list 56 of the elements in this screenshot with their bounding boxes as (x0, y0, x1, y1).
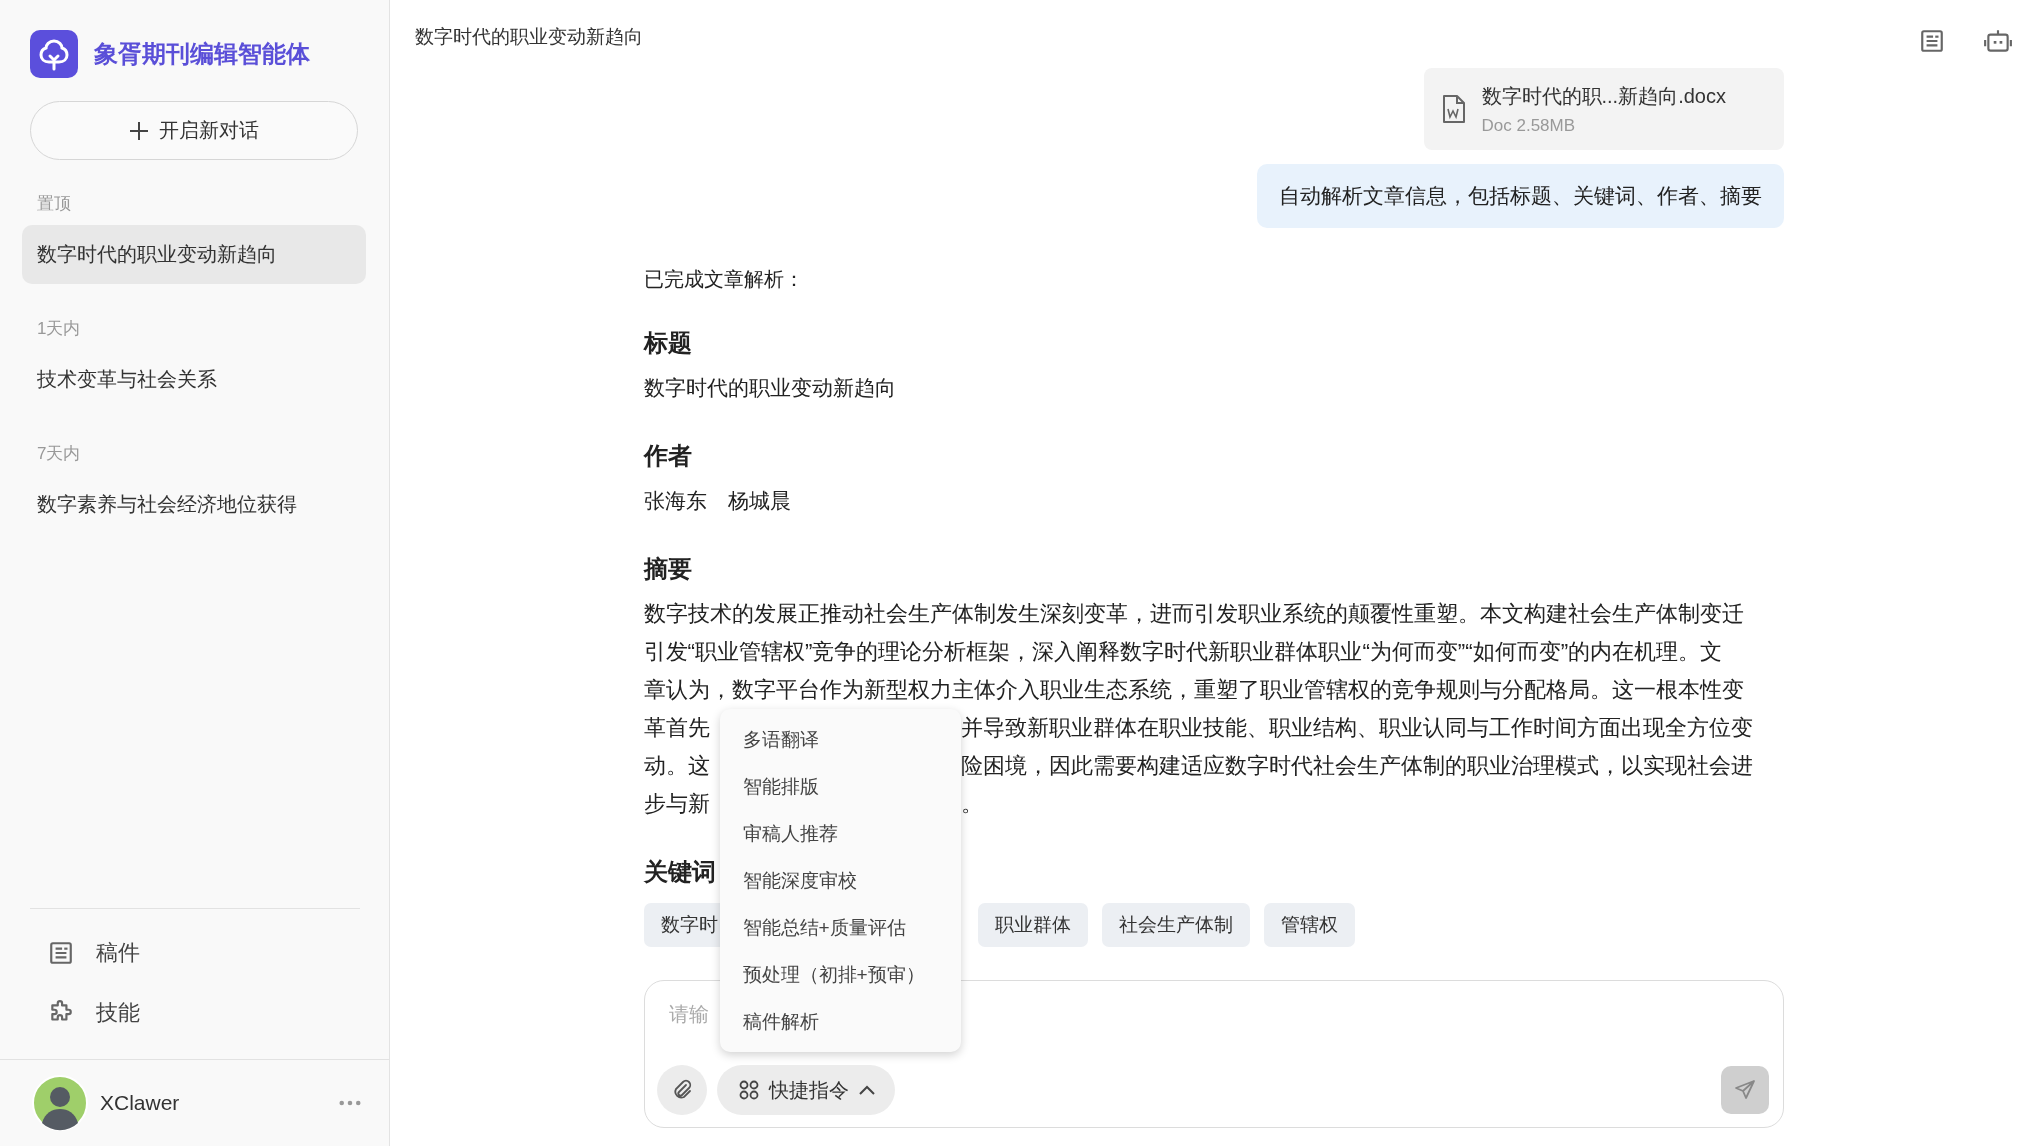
quick-commands-button[interactable]: 快捷指令 (716, 1065, 895, 1115)
avatar (32, 1075, 88, 1131)
section-heading: 摘要 (643, 554, 692, 584)
menu-item[interactable]: 多语翻译 (719, 716, 961, 763)
section-label: 1天内 (37, 318, 81, 340)
plus-icon (129, 120, 149, 141)
grid-icon (738, 1080, 759, 1100)
file-meta: Doc 2.58MB (1481, 115, 1577, 136)
nav-item[interactable]: 稿件 (30, 923, 360, 983)
attach-button[interactable] (656, 1065, 707, 1115)
reply-text: 已完成文章解析： (643, 267, 805, 292)
section-label: 7天内 (37, 443, 81, 465)
message-input[interactable]: 请输 (668, 999, 709, 1030)
robot-icon[interactable] (1983, 28, 2013, 54)
section-label: 置顶 (37, 193, 71, 215)
user-message: 自动解析文章信息，包括标题、关键词、作者、摘要 (1256, 164, 1784, 228)
send-button[interactable] (1720, 1066, 1769, 1114)
abstract-line: 革首先 (643, 714, 710, 742)
section-text: 数字时代的职业变动新趋向 (643, 375, 897, 401)
word-document-icon (1441, 94, 1466, 124)
menu-item[interactable]: 稿件解析 (719, 998, 961, 1045)
section-heading: 作者 (643, 441, 692, 471)
new-chat-button[interactable]: 开启新对话 (30, 101, 358, 160)
send-icon (1732, 1078, 1757, 1102)
document-icon[interactable] (1919, 28, 1945, 54)
abstract-line: 险困境，因此需要构建适应数字时代社会生产体制的职业治理模式，以实现社会进 (960, 752, 1753, 780)
file-name: 数字时代的职...新趋向.docx (1481, 83, 1726, 109)
conversation-title: 数字时代的职业变动新趋向 (415, 25, 643, 49)
abstract-line: 数字技术的发展正推动社会生产体制发生深刻变革，进而引发职业系统的颠覆性重塑。本文构建社会生产体制变迁 (643, 600, 1744, 628)
app-title: 象胥期刊编辑智能体 (94, 39, 310, 69)
abstract-line: 动。这 (643, 752, 710, 780)
section-text: 张海东 杨城晨 (643, 488, 792, 514)
file-attachment[interactable]: 数字时代的职...新趋向.docx Doc 2.58MB (1423, 68, 1784, 150)
nav-item[interactable]: 技能 (30, 983, 360, 1043)
abstract-line: 步与新 (643, 790, 710, 818)
menu-item[interactable]: 智能排版 (719, 763, 961, 810)
conversation-item[interactable]: 数字素养与社会经济地位获得 (22, 475, 366, 534)
manuscript-icon (48, 940, 74, 966)
conversation-item[interactable]: 技术变革与社会关系 (22, 350, 366, 409)
abstract-line: 。 (960, 790, 983, 818)
keyword-tag: 职业群体 (977, 903, 1088, 947)
logo-icon (30, 30, 78, 78)
keyword-tag: 管辖权 (1263, 903, 1355, 947)
section-heading: 关键词 (643, 857, 716, 887)
chevron-up-icon (858, 1085, 875, 1095)
menu-item[interactable]: 智能深度审校 (719, 857, 961, 904)
section-heading: 标题 (643, 328, 692, 358)
abstract-line: 并导致新职业群体在职业技能、职业结构、职业认同与工作时间方面出现全方位变 (960, 714, 1753, 742)
menu-item[interactable]: 预处理（初排+预审） (719, 951, 961, 998)
menu-item[interactable]: 审稿人推荐 (719, 810, 961, 857)
user-name: XClawer (100, 1091, 181, 1115)
keyword-tag: 社会生产体制 (1101, 903, 1250, 947)
more-icon[interactable] (339, 1100, 361, 1106)
abstract-line: 引发“职业管辖权”竞争的理论分析框架，深入阐释数字时代新职业群体职业“为何而变”“如何而变”的内在机理。文 (643, 638, 1723, 666)
abstract-line: 章认为，数字平台作为新型权力主体介入职业生态系统，重塑了职业管辖权的竞争规则与分配格局。这一根本性变 (643, 676, 1744, 704)
conversation-item[interactable]: 数字时代的职业变动新趋向 (22, 225, 366, 284)
